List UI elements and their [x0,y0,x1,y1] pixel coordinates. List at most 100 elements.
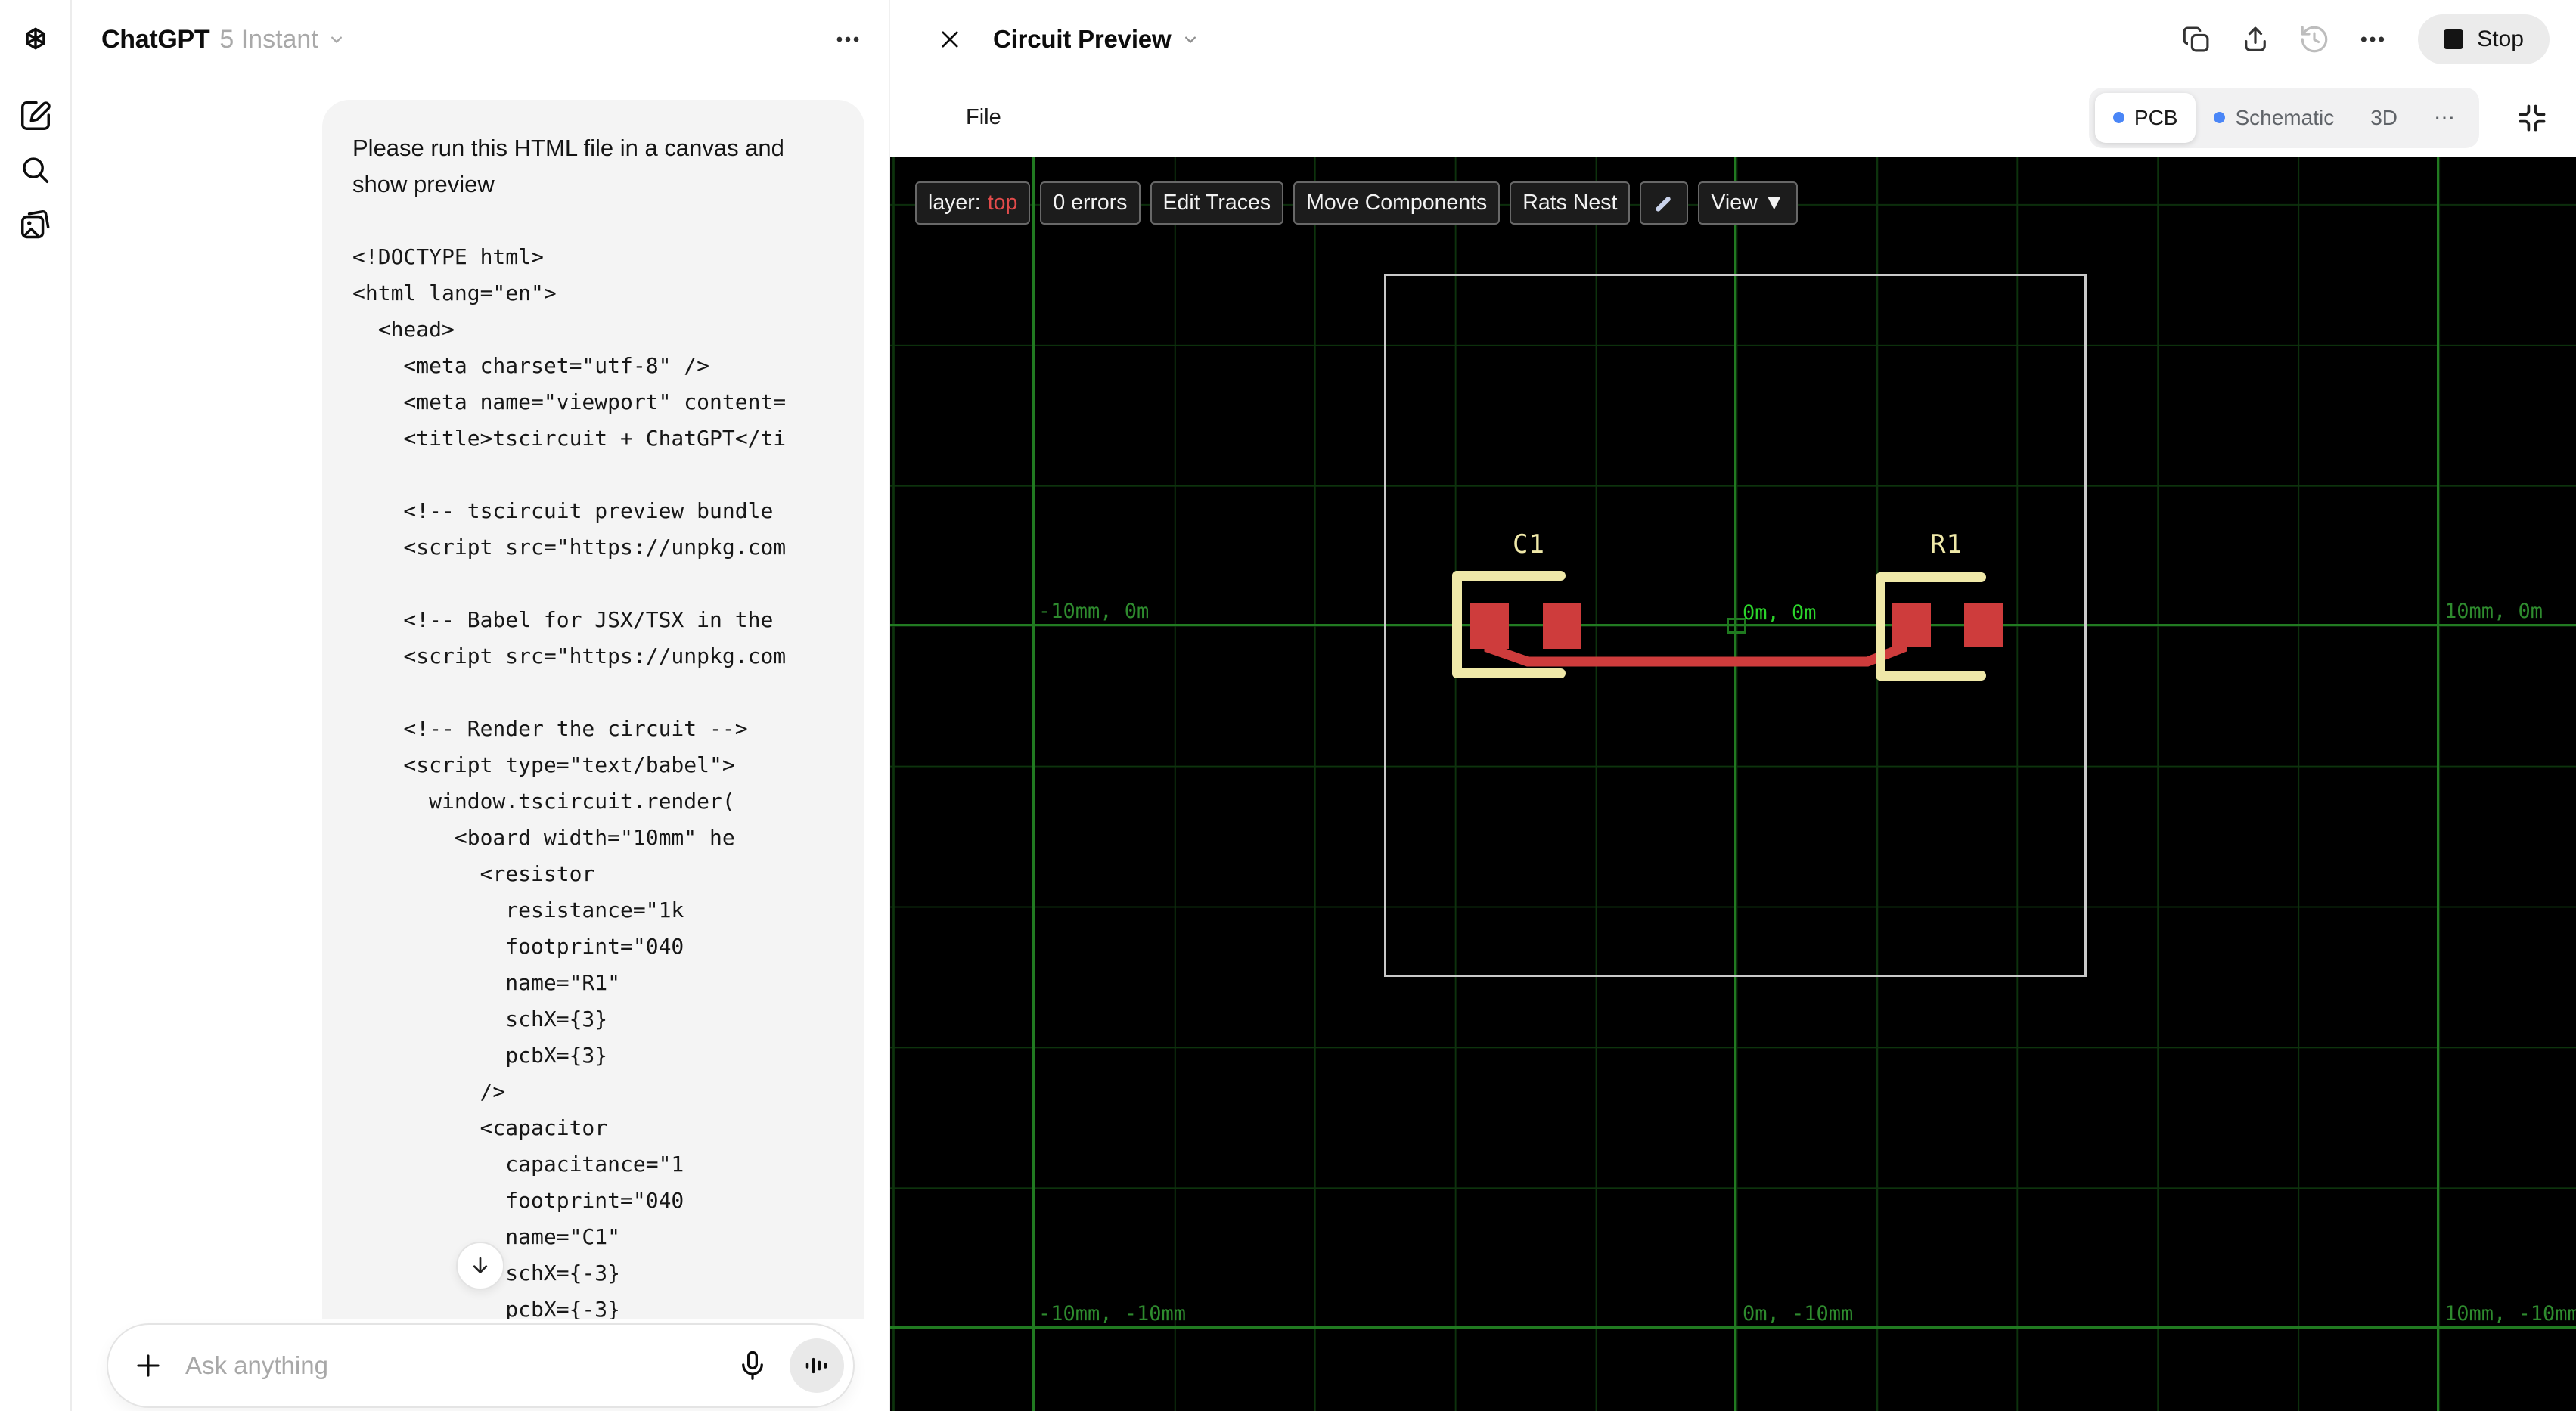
stop-button[interactable]: Stop [2418,14,2550,64]
layer-label: layer: [928,191,981,215]
composer-input[interactable]: Ask anything [185,1351,735,1380]
user-message-bubble: Please run this HTML file in a canvas an… [322,100,864,1355]
stop-label: Stop [2477,26,2524,51]
code-line: <meta name="viewport" content= [352,389,787,414]
code-line: <!-- Babel for JSX/TSX in the [352,607,774,632]
code-line: pcbX={3} [352,1043,608,1068]
rats-nest-button[interactable]: Rats Nest [1510,181,1631,225]
code-line: /> [352,1079,506,1104]
voice-mode-button[interactable] [790,1338,844,1393]
tab-schematic-label: Schematic [2235,105,2335,129]
pcb-toolbar: layer: top 0 errors Edit Traces Move Com… [915,181,1798,225]
chat-header: ChatGPT 5 Instant [73,0,889,79]
code-line: capacitance="1 [352,1152,684,1177]
c1-silkscreen-bottom-arm [1452,668,1566,678]
view-tabs: PCB Schematic 3D ⋯ [2088,87,2479,148]
r1-silkscreen-bottom-arm [1876,671,1986,681]
openai-logo-icon[interactable] [18,21,53,56]
code-line: <resistor [352,861,595,886]
tab-3d-label: 3D [2370,105,2398,129]
code-line: window.tscircuit.render( [352,789,735,814]
code-block: <!DOCTYPE html> <html lang="en"> <head> <… [352,239,834,1355]
tab-pcb[interactable]: PCB [2094,92,2196,143]
stop-square-icon [2444,29,2464,49]
tab-3d[interactable]: 3D [2352,106,2416,130]
history-icon[interactable] [2298,23,2330,55]
mic-icon[interactable] [735,1348,770,1383]
code-line: schX={3} [352,1006,608,1031]
pencil-icon [1656,196,1671,212]
user-message-text: Please run this HTML file in a canvas an… [352,135,784,197]
code-line: <script src="https://unpkg.com [352,643,787,668]
errors-button[interactable]: 0 errors [1040,181,1141,225]
edit-traces-button[interactable]: Edit Traces [1150,181,1284,225]
view-dropdown-button[interactable]: View ▼ [1698,181,1798,225]
copy-icon[interactable] [2180,23,2212,55]
sidebar-rail [0,0,72,1411]
canvas-panel: Circuit Preview Stop File PCB Schematic … [889,0,2576,1411]
code-line: <script type="text/babel"> [352,752,735,777]
c1-pad-2[interactable] [1543,603,1581,649]
tab-pcb-label: PCB [2134,105,2178,129]
code-line: <!-- Render the circuit --> [352,716,748,741]
layer-value: top [987,191,1018,215]
pcb-status-dot [2112,112,2124,123]
chevron-down-icon[interactable] [326,29,347,50]
c1-silkscreen-top-arm [1452,571,1566,581]
layer-button[interactable]: layer: top [915,181,1031,225]
scroll-to-bottom-button[interactable] [456,1242,504,1290]
component-label-r1[interactable]: R1 [1930,529,1963,560]
c1-pad-1[interactable] [1470,603,1509,649]
composer[interactable]: Ask anything [107,1323,855,1408]
code-line: resistance="1k [352,898,684,923]
app: { "sidebar": {"icons": ["openai-logo", "… [0,0,2576,1411]
library-icon[interactable] [18,207,53,242]
coord-label-origin: 0m, 0m [1743,601,1817,625]
tab-overflow-label: ⋯ [2434,106,2455,129]
collapse-icon[interactable] [2515,101,2549,135]
conversation-options-icon[interactable] [833,25,862,54]
component-label-c1[interactable]: C1 [1513,529,1545,560]
code-line: <script src="https://unpkg.com [352,535,787,560]
close-icon[interactable] [937,26,963,52]
move-components-button[interactable]: Move Components [1293,181,1501,225]
file-menu[interactable]: File [966,105,1001,130]
canvas-title[interactable]: Circuit Preview [993,25,1172,54]
code-line: footprint="040 [352,1188,684,1213]
coord-label-bottom-center: 0m, -10mm [1743,1302,1854,1326]
coord-label-bottom-right: 10mm, -10mm [2444,1302,2576,1326]
pcb-viewport[interactable]: C1 R1 -10mm, 0m 0m, 0m 10mm, 0m -10mm, -… [890,157,2576,1411]
chat-title[interactable]: ChatGPT [101,25,210,54]
share-icon[interactable] [2239,23,2271,55]
coord-label-left: -10mm, 0m [1038,600,1150,623]
code-line: <head> [352,317,455,342]
code-line: name="C1" [352,1224,621,1249]
code-line: <capacitor [352,1115,608,1140]
tab-schematic[interactable]: Schematic [2196,106,2352,130]
r1-pad-1[interactable] [1892,603,1931,647]
code-line: <title>tscircuit + ChatGPT</ti [352,426,787,451]
chat-model-label[interactable]: 5 Instant [219,25,318,54]
new-chat-icon[interactable] [18,98,53,133]
code-line: footprint="040 [352,934,684,959]
r1-silkscreen-bar [1876,572,1885,681]
attach-plus-icon[interactable] [132,1350,164,1382]
copper-trace [1484,637,1907,667]
pencil-tool-button[interactable] [1640,181,1689,225]
c1-silkscreen-bar [1452,571,1462,678]
code-line: <meta charset="utf-8" /> [352,353,710,378]
r1-pad-2[interactable] [1964,603,2003,647]
code-line: schX={-3} [505,1261,621,1285]
code-line: name="R1" [352,970,621,995]
coord-label-bottom-left: -10mm, -10mm [1038,1302,1187,1326]
chat-panel: ChatGPT 5 Instant Please run this HTML f… [73,0,889,1411]
tab-overflow[interactable]: ⋯ [2416,105,2473,130]
code-line: <html lang="en"> [352,281,557,305]
more-options-icon[interactable] [2357,24,2388,54]
code-line: <board width="10mm" he [352,825,735,850]
search-icon[interactable] [18,153,53,188]
canvas-menubar: File PCB Schematic 3D ⋯ [890,79,2576,157]
chevron-down-icon[interactable] [1180,29,1201,50]
